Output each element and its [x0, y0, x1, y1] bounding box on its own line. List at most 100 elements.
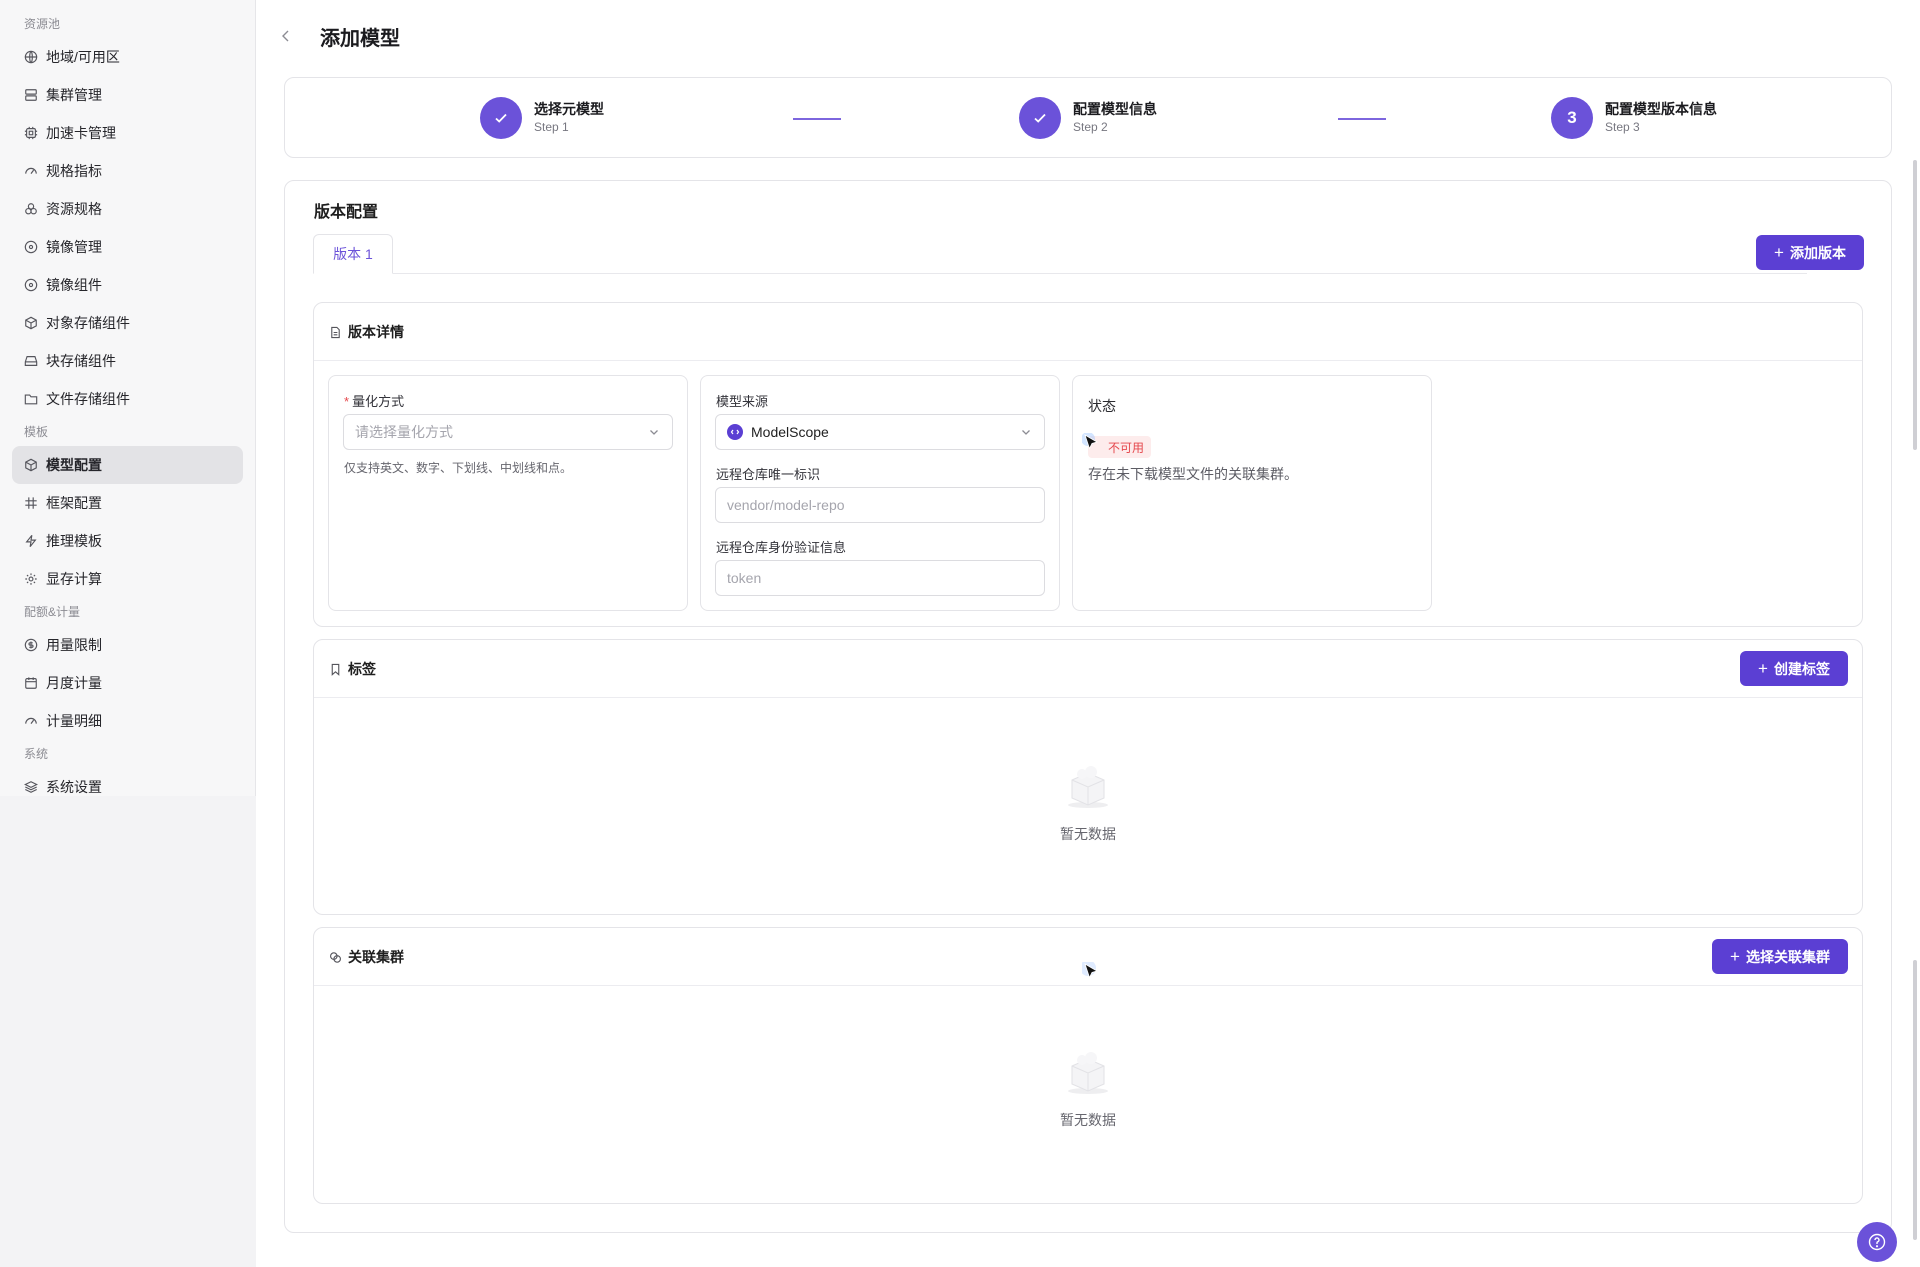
modelscope-logo-icon	[727, 424, 743, 440]
step-subtitle: Step 1	[534, 120, 569, 134]
empty-text: 暂无数据	[1060, 826, 1116, 842]
step-subtitle: Step 2	[1073, 120, 1108, 134]
tab-version-1[interactable]: 版本 1	[313, 234, 393, 274]
repo-id-input[interactable]: vendor/model-repo	[715, 487, 1045, 523]
hash-icon	[24, 496, 38, 510]
sidebar-item-metering-detail[interactable]: 计量明细	[12, 702, 243, 740]
gauge-icon	[24, 714, 38, 728]
repo-id-label: 远程仓库唯一标识	[716, 467, 821, 482]
back-button[interactable]	[278, 26, 294, 46]
sidebar-item-label: 模型配置	[46, 457, 102, 473]
sidebar-item-label: 显存计算	[46, 571, 102, 587]
sidebar-item-label: 框架配置	[46, 495, 102, 511]
steps-card: 选择元模型 Step 1 配置模型信息 Step 2 3 配置模型版本信息 St…	[284, 77, 1892, 158]
plus-icon: +	[1774, 243, 1784, 262]
sidebar-item-block-storage[interactable]: 块存储组件	[12, 342, 243, 380]
mouse-cursor-icon	[1082, 962, 1098, 979]
clusters-title: 关联集群	[348, 949, 404, 965]
section-title: 关联集群	[329, 947, 404, 967]
chevron-down-icon	[650, 430, 658, 435]
add-version-label: 添加版本	[1789, 244, 1846, 261]
cube-icon	[24, 458, 38, 472]
select-cluster-label: 选择关联集群	[1745, 948, 1830, 965]
sidebar-item-label: 系统设置	[46, 779, 102, 795]
sidebar-background	[0, 796, 256, 1267]
layers-icon	[24, 780, 38, 794]
calendar-icon	[24, 676, 38, 690]
link-icon	[330, 951, 341, 963]
sidebar-item-label: 月度计量	[46, 675, 102, 691]
empty-text: 暂无数据	[1060, 1112, 1116, 1128]
version-detail-section: 版本详情 * 量化方式 请选择量化方式 仅支持英文、数字、下划线、中划线和点。 模…	[313, 302, 1863, 627]
sidebar-item-image-component[interactable]: 镜像组件	[12, 266, 243, 304]
sidebar-item-file-storage[interactable]: 文件存储组件	[12, 380, 243, 418]
repo-id-placeholder: vendor/model-repo	[727, 497, 845, 513]
tags-title: 标签	[348, 661, 376, 677]
sidebar-item-model-config[interactable]: 模型配置	[12, 446, 243, 484]
scrollbar-thumb[interactable]	[1913, 160, 1917, 450]
zap-icon	[24, 534, 38, 548]
sidebar-item-inference-template[interactable]: 推理模板	[12, 522, 243, 560]
sidebar-item-label: 规格指标	[46, 163, 102, 179]
sidebar-item-label: 加速卡管理	[46, 125, 116, 141]
sidebar-item-spec-metrics[interactable]: 规格指标	[12, 152, 243, 190]
repo-auth-label: 远程仓库身份验证信息	[716, 540, 847, 555]
sidebar-item-monthly-metering[interactable]: 月度计量	[12, 664, 243, 702]
folder-icon	[24, 392, 38, 406]
sidebar-item-framework-config[interactable]: 框架配置	[12, 484, 243, 522]
section-header: 标签	[314, 640, 1862, 698]
model-source-card: 模型来源 ModelScope 远程仓库唯一标识 vendor/model-re…	[700, 375, 1060, 611]
status-label: 状态	[1088, 398, 1116, 414]
sidebar-item-label: 推理模板	[46, 533, 102, 549]
step-connector	[1338, 118, 1386, 120]
step-number: 3	[1551, 97, 1593, 139]
page-title: 添加模型	[320, 28, 400, 50]
status-description: 存在未下载模型文件的关联集群。	[1088, 466, 1298, 482]
check-icon	[480, 97, 522, 139]
version-detail-title: 版本详情	[348, 324, 404, 340]
sidebar-item-usage-limit[interactable]: 用量限制	[12, 626, 243, 664]
repo-auth-input[interactable]: token	[715, 560, 1045, 596]
gear-icon	[24, 572, 38, 586]
sidebar-item-vram-calc[interactable]: 显存计算	[12, 560, 243, 598]
model-source-select[interactable]: ModelScope	[715, 414, 1045, 450]
sidebar-group-title: 资源池	[24, 17, 61, 31]
sidebar-item-resource-spec[interactable]: 资源规格	[12, 190, 243, 228]
quantization-select[interactable]: 请选择量化方式	[343, 414, 673, 450]
step-title: 配置模型信息	[1073, 101, 1157, 117]
repo-auth-placeholder: token	[727, 570, 762, 586]
section-title: 版本详情	[329, 322, 404, 342]
add-version-button[interactable]: + 添加版本	[1756, 235, 1864, 270]
sidebar-item-accelerator[interactable]: 加速卡管理	[12, 114, 243, 152]
version-config-card: 版本配置 版本 1 + 添加版本 版本详情 * 量化方式 请选择量化方式 仅支持…	[284, 180, 1892, 1233]
quant-placeholder: 请选择量化方式	[355, 424, 453, 440]
cube-icon	[24, 316, 38, 330]
boxes-icon	[24, 202, 38, 216]
document-icon	[331, 326, 340, 338]
sidebar-item-object-storage[interactable]: 对象存储组件	[12, 304, 243, 342]
hard-drive-icon	[24, 354, 38, 368]
disc-icon	[24, 240, 38, 254]
step-2: 配置模型信息 Step 2	[1019, 97, 1157, 139]
bookmark-icon	[331, 663, 340, 676]
main-content: 添加模型 选择元模型 Step 1 配置模型信息 Step 2 3 配置模型版本…	[256, 0, 1920, 1267]
dollar-icon	[24, 638, 38, 652]
step-connector	[793, 118, 841, 120]
scrollbar-thumb[interactable]	[1913, 960, 1917, 1240]
chevron-left-icon	[282, 30, 289, 42]
select-cluster-button[interactable]: + 选择关联集群	[1712, 939, 1848, 974]
check-icon	[1019, 97, 1061, 139]
quant-hint: 仅支持英文、数字、下划线、中划线和点。	[344, 461, 573, 475]
create-tag-button[interactable]: + 创建标签	[1740, 651, 1848, 686]
sidebar-item-cluster[interactable]: 集群管理	[12, 76, 243, 114]
sidebar-item-label: 镜像组件	[46, 277, 102, 293]
globe-icon	[24, 50, 38, 64]
sidebar-item-region[interactable]: 地域/可用区	[12, 38, 243, 76]
sidebar-item-image-mgmt[interactable]: 镜像管理	[12, 228, 243, 266]
create-tag-label: 创建标签	[1773, 660, 1830, 677]
status-card: 状态 不可用 存在未下载模型文件的关联集群。	[1072, 375, 1432, 611]
step-1: 选择元模型 Step 1	[480, 97, 604, 139]
sidebar-item-label: 对象存储组件	[46, 315, 130, 331]
help-button[interactable]	[1857, 1222, 1897, 1262]
version-tabs: 版本 1	[313, 234, 1807, 274]
